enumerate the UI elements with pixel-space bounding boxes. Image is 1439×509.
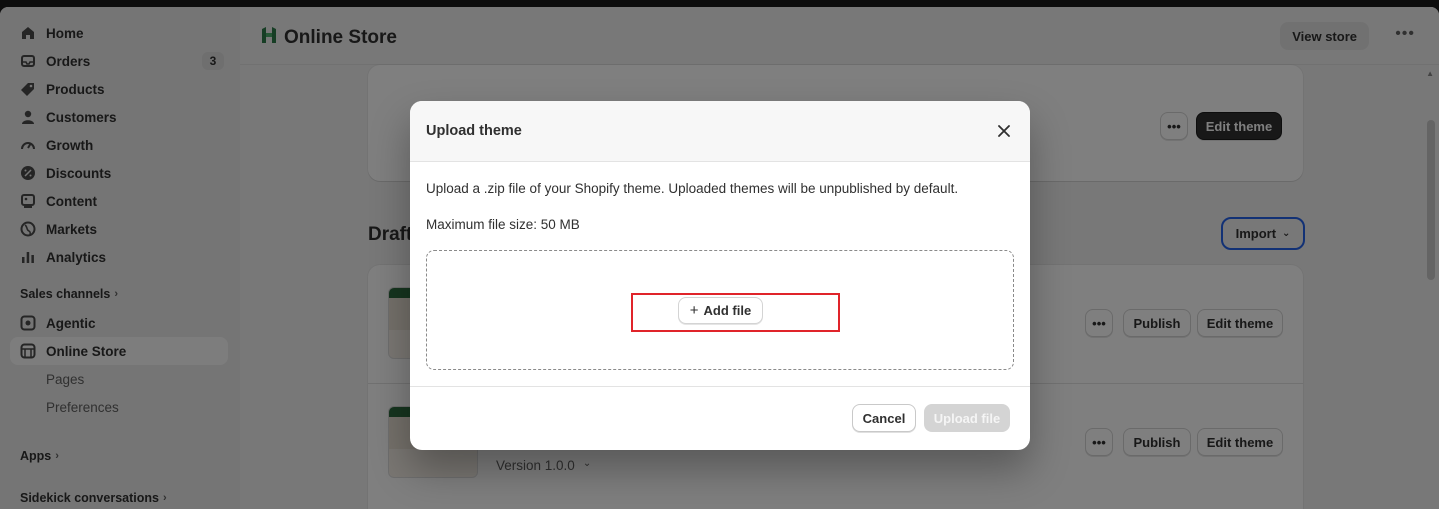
upload-theme-dialog: Upload theme Upload a .zip file of your … (410, 101, 1030, 450)
file-dropzone[interactable]: + Add file (426, 250, 1014, 370)
dialog-header: Upload theme (410, 101, 1030, 162)
upload-description: Upload a .zip file of your Shopify theme… (426, 181, 959, 196)
dialog-footer: Cancel Upload file (410, 386, 1030, 450)
max-file-size-text: Maximum file size: 50 MB (426, 217, 580, 232)
close-icon[interactable] (994, 121, 1014, 141)
dialog-title: Upload theme (426, 123, 522, 139)
add-file-label: Add file (703, 303, 752, 318)
dialog-body: Upload a .zip file of your Shopify theme… (410, 163, 1030, 386)
cancel-button[interactable]: Cancel (852, 404, 916, 432)
upload-file-button[interactable]: Upload file (924, 404, 1010, 432)
add-file-button[interactable]: + Add file (678, 297, 763, 324)
plus-icon: + (689, 302, 699, 319)
